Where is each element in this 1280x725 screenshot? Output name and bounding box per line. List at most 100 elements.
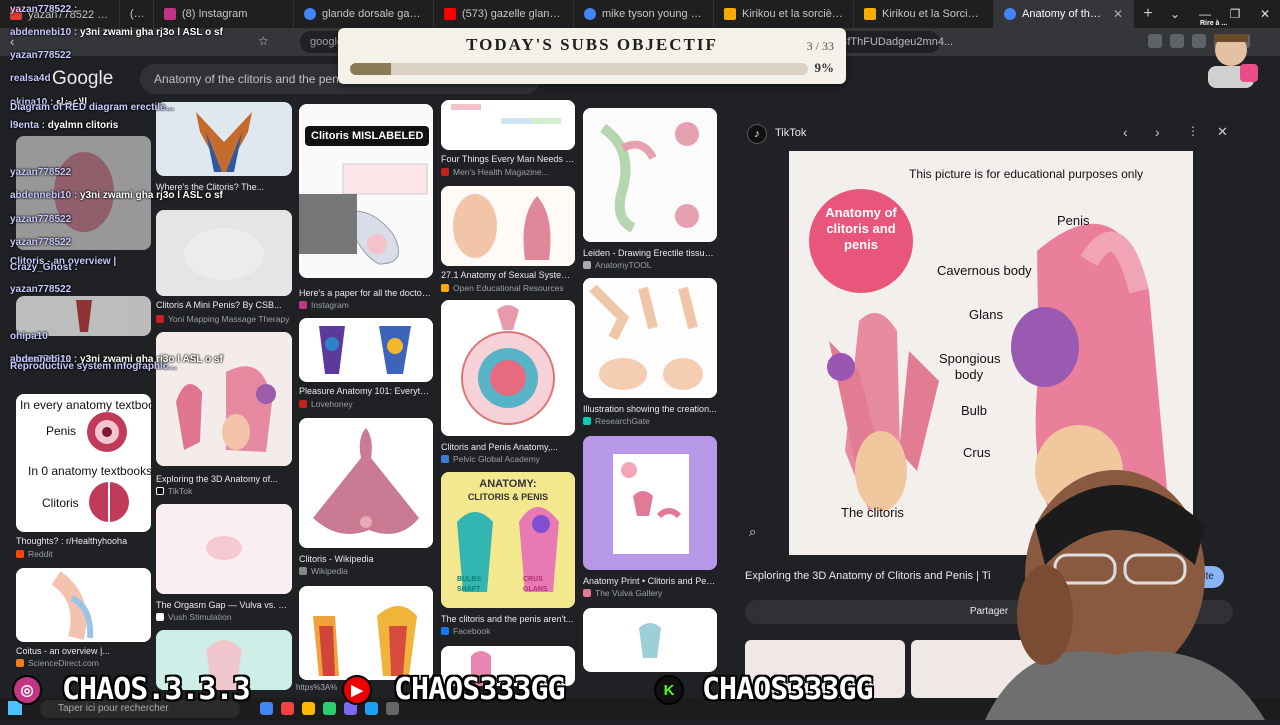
label-clitoris: The clitoris bbox=[841, 505, 904, 520]
result-caption: Here's a paper for all the doctors... bbox=[299, 288, 433, 298]
objective-title: TODAY'S SUBS OBJECTIF bbox=[466, 35, 718, 54]
label-glans: Glans bbox=[969, 307, 1003, 322]
objective-percent: 9% bbox=[814, 60, 835, 75]
browser-tab[interactable]: (8) Instagram bbox=[154, 0, 294, 28]
result-thumbnail bbox=[16, 296, 151, 336]
browser-tab[interactable]: (573) gazelle glandes dorssale bbox=[434, 0, 574, 28]
result-caption: Leiden - Drawing Erectile tissue ... bbox=[583, 248, 717, 258]
mislabeled-caption: Clitoris MISLABELED bbox=[305, 126, 430, 146]
google-logo[interactable]: Google bbox=[52, 68, 113, 90]
result-caption: The Orgasm Gap — Vulva vs. Pen... bbox=[156, 600, 292, 610]
google-icon bbox=[1004, 8, 1016, 20]
bookmark-icon[interactable]: ☆ bbox=[258, 34, 269, 48]
tab-label: glande dorsale gazelle - Reche bbox=[322, 8, 423, 20]
related-thumbnail[interactable] bbox=[911, 640, 1071, 698]
browser-tab[interactable]: Kirikou et la Sorcière (1998) bbox=[854, 0, 994, 28]
tab-label: yazan778522 : التربية الاسلامية bbox=[28, 8, 109, 21]
extension-icons bbox=[1148, 34, 1250, 48]
tab-favicon-icon bbox=[10, 8, 22, 20]
result-source: Facebook bbox=[441, 626, 575, 636]
browser-tab[interactable]: Kirikou et la sorcière - Film 19 bbox=[714, 0, 854, 28]
app-icon[interactable] bbox=[365, 702, 378, 715]
previous-icon[interactable]: ‹ bbox=[1123, 124, 1128, 140]
result-thumbnail bbox=[156, 210, 292, 296]
tab-label: Kirikou et la sorcière - Film 19 bbox=[742, 8, 843, 20]
result-thumbnail bbox=[156, 332, 292, 466]
extension-icon[interactable] bbox=[1148, 34, 1162, 48]
browser-tab[interactable]: (573) bbox=[120, 0, 154, 28]
tab-label: Anatomy of the clitoris and pe bbox=[1022, 8, 1103, 20]
close-icon[interactable]: ✕ bbox=[1217, 124, 1228, 140]
result-thumbnail bbox=[441, 100, 575, 150]
tab-label: Kirikou et la Sorcière (1998) bbox=[882, 8, 983, 20]
result-thumbnail bbox=[299, 586, 433, 680]
film-icon bbox=[864, 8, 876, 20]
sidebar-icon[interactable] bbox=[1214, 34, 1228, 48]
extension-icon[interactable] bbox=[1170, 34, 1184, 48]
result-source: Men's Health Magazine... bbox=[441, 167, 575, 177]
more-icon[interactable]: ⋮ bbox=[1187, 124, 1199, 138]
card-label: GLANS bbox=[523, 586, 548, 593]
app-icon[interactable] bbox=[344, 702, 357, 715]
result-thumbnail bbox=[156, 504, 292, 594]
result-source: Reddit bbox=[16, 549, 152, 559]
app-icon[interactable] bbox=[323, 702, 336, 715]
tab-label: (573) gazelle glandes dorssale bbox=[462, 8, 563, 20]
result-source: Lovehoney bbox=[299, 399, 433, 409]
tab-search-button[interactable]: ⌄ bbox=[1160, 0, 1190, 28]
result-source: Open Educational Resources bbox=[441, 283, 575, 293]
tab-label: mike tyson young - Recherche bbox=[602, 8, 703, 20]
browser-tab[interactable]: glande dorsale gazelle - Reche bbox=[294, 0, 434, 28]
windows-icon[interactable] bbox=[8, 701, 22, 715]
share-button[interactable]: Partager bbox=[745, 600, 1233, 624]
result-source: Yoni Mapping Massage Therapy bbox=[156, 314, 292, 324]
related-thumbnail[interactable] bbox=[745, 640, 905, 698]
label-bulb: Bulb bbox=[961, 403, 988, 418]
card-label: BULBS bbox=[457, 576, 482, 583]
youtube-icon bbox=[444, 8, 456, 20]
result-thumbnail bbox=[583, 108, 717, 242]
result-thumbnail bbox=[299, 318, 433, 382]
taskbar: Taper ici pour rechercher bbox=[0, 698, 1280, 720]
preview-notice: This picture is for educational purposes… bbox=[909, 167, 1144, 181]
next-icon[interactable]: › bbox=[1155, 124, 1160, 140]
result-caption: Coitus - an overview |... bbox=[16, 646, 110, 656]
result-thumbnail bbox=[299, 418, 433, 548]
result-caption: Four Things Every Man Needs To... bbox=[441, 154, 575, 164]
close-tab-icon[interactable]: ✕ bbox=[1113, 7, 1123, 21]
extension-icon[interactable] bbox=[1192, 34, 1206, 48]
card-title: ANATOMY: bbox=[479, 478, 537, 490]
tab-label: (573) bbox=[130, 8, 143, 20]
result-thumbnail bbox=[583, 278, 717, 398]
visit-site-button[interactable]: Accéder au site bbox=[1135, 566, 1224, 588]
back-icon[interactable]: ‹ bbox=[10, 34, 14, 49]
result-source: Instagram bbox=[299, 300, 433, 310]
browser-tab-active[interactable]: Anatomy of the clitoris and pe ✕ bbox=[994, 0, 1134, 28]
result-caption: Where's the Clitoris? The... bbox=[156, 182, 265, 192]
result-thumbnail: In every anatomy textbook: Penis In 0 an… bbox=[16, 394, 151, 532]
result-source: AnatomyTOOL bbox=[583, 260, 717, 270]
taskbar-search[interactable]: Taper ici pour rechercher bbox=[40, 700, 240, 718]
result-thumbnail bbox=[441, 186, 575, 266]
label-spongious: Spongious body bbox=[939, 351, 1001, 382]
objective-count: 3 / 33 bbox=[806, 39, 834, 53]
folder-icon[interactable] bbox=[302, 702, 315, 715]
download-icon[interactable] bbox=[1236, 34, 1250, 48]
lens-icon[interactable]: ⌕ bbox=[749, 524, 765, 540]
close-window-button[interactable]: ✕ bbox=[1250, 0, 1280, 28]
preview-badge: Anatomy of clitoris and penis bbox=[825, 205, 897, 252]
chrome-icon[interactable] bbox=[260, 702, 273, 715]
app-icon[interactable] bbox=[281, 702, 294, 715]
new-tab-button[interactable]: + bbox=[1134, 0, 1162, 28]
preview-caption[interactable]: Exploring the 3D Anatomy of Clitoris and… bbox=[745, 570, 991, 582]
result-thumbnail bbox=[441, 646, 575, 686]
preview-image[interactable]: This picture is for educational purposes… bbox=[789, 151, 1193, 555]
objective-progress-bar bbox=[350, 63, 808, 75]
result-caption: Illustration showing the creation... bbox=[583, 404, 717, 414]
card-subtitle: CLITORIS & PENIS bbox=[467, 492, 549, 502]
browser-tab[interactable]: yazan778522 : التربية الاسلامية bbox=[0, 0, 120, 28]
result-thumbnail bbox=[156, 102, 292, 176]
app-icon[interactable] bbox=[386, 702, 399, 715]
browser-tab[interactable]: mike tyson young - Recherche bbox=[574, 0, 714, 28]
result-source: Vush Stimulation bbox=[156, 612, 292, 622]
